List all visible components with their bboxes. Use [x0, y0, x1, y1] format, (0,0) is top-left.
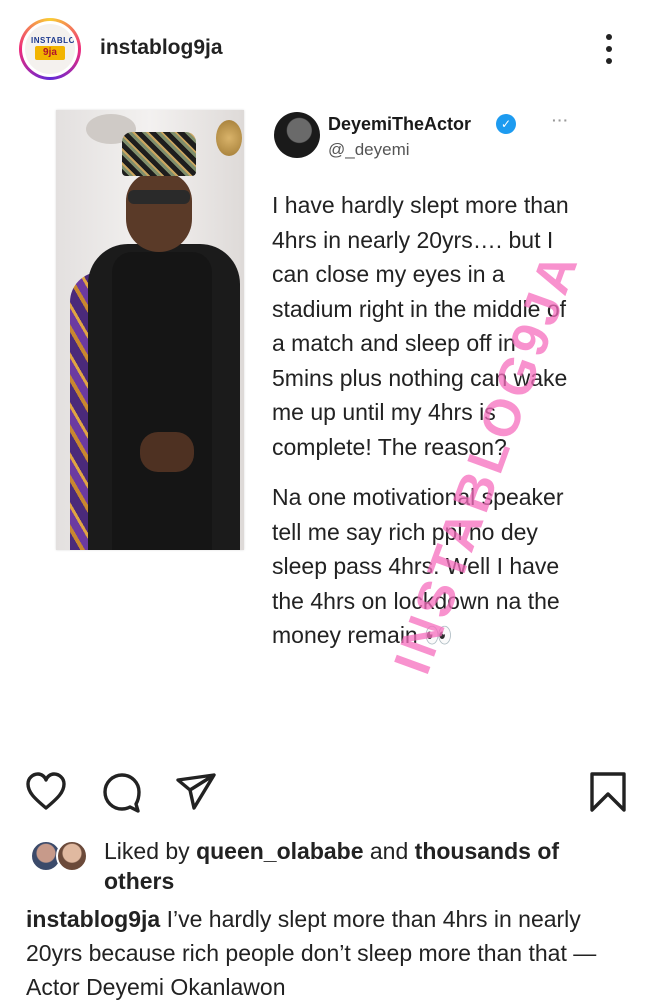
- send-icon[interactable]: [174, 770, 218, 814]
- caption-username[interactable]: instablog9ja: [26, 906, 160, 932]
- tweet-paragraph-2: Na one motivational speaker tell me say …: [272, 484, 564, 648]
- actor-photo: [56, 110, 244, 550]
- likes-row: Liked by queen_olababe and thousands of …: [0, 832, 654, 894]
- verified-badge-icon: ✓: [496, 114, 516, 134]
- tweet-paragraph-1: I have hardly slept more than 4hrs in ne…: [272, 192, 569, 460]
- post-caption: instablog9ja I’ve hardly slept more than…: [26, 902, 636, 1004]
- instablog9ja-logo-icon: INSTABLOG 9ja: [25, 24, 75, 74]
- bookmark-icon[interactable]: [586, 770, 630, 814]
- tweet-card: DeyemiTheActor ✓ @_deyemi ··· I have har…: [262, 102, 590, 742]
- liker-username[interactable]: queen_olababe: [196, 838, 363, 864]
- comment-icon[interactable]: [100, 770, 144, 814]
- tweet-display-name: DeyemiTheActor: [328, 114, 472, 134]
- more-horizontal-icon: ···: [552, 112, 569, 128]
- more-vertical-icon[interactable]: [598, 32, 620, 66]
- heart-icon[interactable]: [24, 770, 68, 814]
- profile-avatar[interactable]: INSTABLOG 9ja: [19, 18, 81, 80]
- tweet-handle: @_deyemi: [328, 140, 410, 159]
- action-bar: [0, 760, 654, 820]
- post-username[interactable]: instablog9ja: [100, 36, 223, 60]
- tweet-body: I have hardly slept more than 4hrs in ne…: [272, 188, 572, 653]
- likes-text[interactable]: Liked by queen_olababe and thousands of …: [104, 836, 624, 896]
- post-header: INSTABLOG 9ja instablog9ja: [0, 0, 654, 96]
- liker-avatar[interactable]: [56, 840, 88, 872]
- tweet-avatar: [274, 112, 320, 158]
- post-image[interactable]: DeyemiTheActor ✓ @_deyemi ··· I have har…: [0, 96, 654, 750]
